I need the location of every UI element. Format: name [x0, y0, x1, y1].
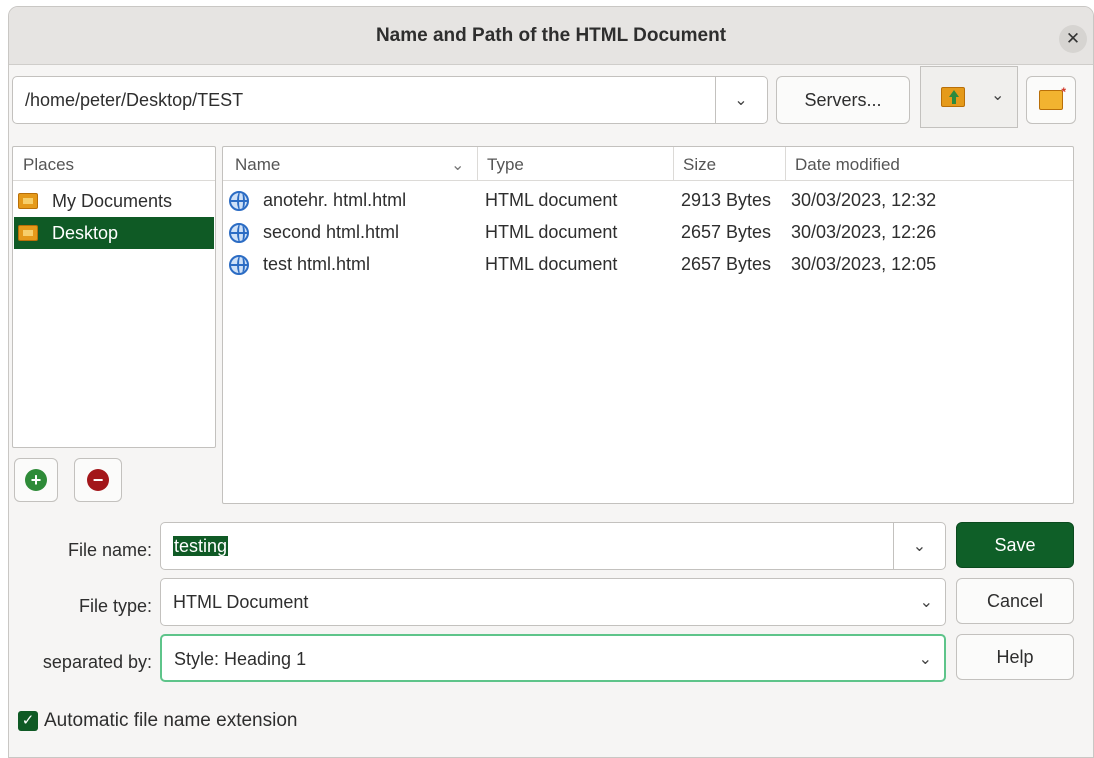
- chevron-down-icon[interactable]: ⌄: [991, 85, 1004, 105]
- close-icon[interactable]: ✕: [1059, 25, 1087, 53]
- separated-by-value: Style: Heading 1: [174, 649, 307, 669]
- file-name: test html.html: [263, 254, 371, 274]
- add-place-button[interactable]: +: [14, 458, 58, 502]
- separated-by-label: separated by:: [42, 652, 152, 672]
- file-name-dropdown-button[interactable]: ⌄: [893, 523, 945, 569]
- globe-icon: [229, 191, 249, 211]
- column-header-size[interactable]: Size: [683, 155, 716, 175]
- chevron-down-icon: ⌄: [918, 651, 932, 668]
- file-list: Name ⌄ Type Size Date modified anotehr. …: [222, 146, 1074, 504]
- path-input[interactable]: /home/peter/Desktop/TEST: [25, 90, 243, 111]
- file-type-value: HTML Document: [173, 592, 309, 612]
- title-bar: Name and Path of the HTML Document ✕: [9, 7, 1093, 65]
- file-row[interactable]: anotehr. html.html HTML document 2913 By…: [223, 185, 1073, 217]
- path-dropdown-button[interactable]: ⌄: [715, 77, 767, 123]
- file-name-input[interactable]: testing: [173, 536, 229, 557]
- file-size: 2657 Bytes: [681, 222, 772, 242]
- column-header-name[interactable]: Name: [235, 155, 280, 175]
- file-date: 30/03/2023, 12:05: [791, 254, 937, 274]
- file-type-label: File type:: [78, 596, 152, 616]
- column-header-type[interactable]: Type: [487, 155, 524, 175]
- file-date: 30/03/2023, 12:32: [791, 190, 937, 210]
- separated-by-select[interactable]: Style: Heading 1 ⌄: [160, 634, 946, 682]
- add-icon: +: [25, 469, 47, 491]
- sort-chevron-icon: ⌄: [451, 157, 465, 174]
- save-button[interactable]: Save: [956, 522, 1074, 568]
- auto-extension-option[interactable]: ✓ Automatic file name extension: [18, 710, 297, 732]
- cancel-button[interactable]: Cancel: [956, 578, 1074, 624]
- place-item-my-documents[interactable]: My Documents: [14, 185, 214, 217]
- file-type-select[interactable]: HTML Document ⌄: [160, 578, 946, 626]
- auto-extension-checkbox[interactable]: ✓: [18, 711, 38, 731]
- place-item-label: Desktop: [52, 222, 119, 243]
- file-size: 2657 Bytes: [681, 254, 772, 274]
- globe-icon: [229, 255, 249, 275]
- place-item-desktop[interactable]: Desktop: [14, 217, 214, 249]
- places-panel: Places My Documents Desktop: [12, 146, 216, 448]
- file-name: anotehr. html.html: [263, 190, 407, 210]
- place-item-label: My Documents: [52, 190, 173, 211]
- auto-extension-label: Automatic file name extension: [44, 710, 298, 731]
- help-button[interactable]: Help: [956, 634, 1074, 680]
- file-name-value: testing: [173, 536, 229, 556]
- new-folder-button[interactable]: *: [1026, 76, 1076, 124]
- places-header: Places: [13, 147, 215, 181]
- file-list-header: Name ⌄ Type Size Date modified: [223, 147, 1073, 181]
- file-size: 2913 Bytes: [681, 190, 772, 210]
- file-type: HTML document: [485, 222, 618, 242]
- file-name: second html.html: [263, 222, 400, 242]
- file-name-label: File name:: [67, 540, 152, 560]
- chevron-down-icon: ⌄: [734, 92, 748, 109]
- remove-icon: −: [87, 469, 109, 491]
- folder-icon: [18, 225, 38, 241]
- file-type: HTML document: [485, 254, 618, 274]
- file-date: 30/03/2023, 12:26: [791, 222, 937, 242]
- file-type: HTML document: [485, 190, 618, 210]
- column-header-date[interactable]: Date modified: [795, 155, 900, 175]
- file-row[interactable]: test html.html HTML document 2657 Bytes …: [223, 249, 1073, 281]
- chevron-down-icon: ⌄: [912, 538, 927, 555]
- servers-button[interactable]: Servers...: [776, 76, 910, 124]
- up-folder-icon[interactable]: [941, 87, 965, 107]
- remove-place-button[interactable]: −: [74, 458, 122, 502]
- up-folder-group: ⌄: [920, 66, 1018, 128]
- file-row[interactable]: second html.html HTML document 2657 Byte…: [223, 217, 1073, 249]
- path-combo[interactable]: /home/peter/Desktop/TEST ⌄: [12, 76, 768, 124]
- new-folder-icon: *: [1039, 85, 1066, 110]
- file-name-combo[interactable]: testing ⌄: [160, 522, 946, 570]
- globe-icon: [229, 223, 249, 243]
- chevron-down-icon: ⌄: [919, 594, 933, 611]
- folder-icon: [18, 193, 38, 209]
- dialog-title: Name and Path of the HTML Document: [375, 25, 727, 46]
